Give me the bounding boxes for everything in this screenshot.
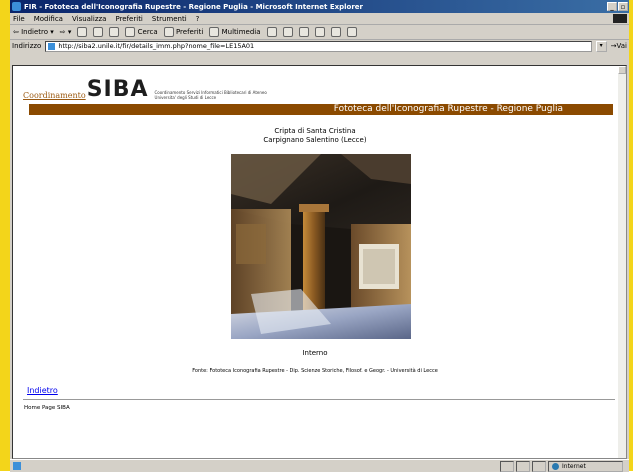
home-link[interactable]: Home Page SIBA [24, 405, 70, 411]
menu-help[interactable]: ? [196, 15, 200, 23]
crypt-photo [231, 154, 411, 339]
scroll-up-arrow[interactable] [618, 66, 626, 74]
menu-visualizza[interactable]: Visualizza [72, 15, 106, 23]
address-bar: Indirizzo http://siba2.unile.it/fir/deta… [10, 40, 629, 52]
home-icon[interactable] [109, 27, 120, 37]
search-button[interactable]: Cerca [125, 27, 158, 37]
mail-icon[interactable] [282, 27, 293, 37]
page-content: Coordinamento SIBA Coordinamento Servizi… [13, 66, 617, 458]
ie-logo-icon [12, 2, 21, 11]
security-zone: Internet [548, 460, 623, 472]
page-viewport: Coordinamento SIBA Coordinamento Servizi… [12, 65, 627, 459]
address-field[interactable]: http://siba2.unile.it/fir/details_imm.ph… [45, 40, 592, 52]
status-cells: Internet [500, 460, 623, 472]
site-name: Cripta di Santa Cristina [274, 127, 356, 135]
status-bar: Internet [10, 459, 629, 472]
toolbar: ⇦ Indietro ▾ ⇨ ▾ Cerca Preferiti Multime… [10, 25, 629, 40]
window-title: FIR - Fototeca dell'Iconografia Rupestre… [24, 2, 363, 11]
title-bar: FIR - Fototeca dell'Iconografia Rupestre… [10, 0, 629, 13]
multimedia-label: Multimedia [221, 28, 261, 36]
multimedia-button[interactable]: Multimedia [209, 27, 261, 37]
print-icon[interactable] [298, 27, 309, 37]
maximize-button[interactable]: ▫ [618, 2, 628, 11]
windows-logo-icon [613, 14, 627, 23]
site-location: Carpignano Salentino (Lecce) [263, 136, 367, 144]
siba-logo[interactable]: Coordinamento SIBA Coordinamento Servizi… [23, 77, 267, 102]
menu-strumenti[interactable]: Strumenti [152, 15, 187, 23]
back-link[interactable]: Indietro [27, 386, 58, 395]
favorites-icon [163, 27, 174, 37]
desktop-left-edge [0, 0, 10, 471]
go-button[interactable]: →Vai [611, 42, 627, 50]
multimedia-icon [209, 27, 220, 37]
search-label: Cerca [137, 28, 158, 36]
discuss-icon[interactable] [330, 27, 341, 37]
menu-file[interactable]: File [13, 15, 25, 23]
site-heading: Cripta di Santa Cristina Carpignano Sale… [13, 127, 617, 145]
messenger-icon[interactable] [346, 27, 357, 37]
internet-globe-icon [552, 462, 559, 470]
stop-icon[interactable] [77, 27, 88, 37]
address-dropdown[interactable]: ▾ [595, 40, 607, 52]
logo-siba: SIBA [86, 77, 149, 102]
go-label: Vai [616, 42, 627, 50]
menu-bar: File Modifica Visualizza Preferiti Strum… [10, 13, 629, 25]
back-label: Indietro [21, 28, 49, 36]
history-icon[interactable] [266, 27, 277, 37]
status-cell [532, 460, 546, 472]
minimize-button[interactable]: _ [607, 2, 617, 11]
status-cell [500, 460, 514, 472]
menu-preferiti[interactable]: Preferiti [115, 15, 142, 23]
menu-modifica[interactable]: Modifica [34, 15, 63, 23]
favorites-label: Preferiti [175, 28, 204, 36]
address-url: http://siba2.unile.it/fir/details_imm.ph… [58, 42, 255, 50]
logo-line-2: Universita' degli Studi di Lecce [154, 95, 217, 100]
divider [23, 399, 615, 400]
vertical-scrollbar[interactable] [618, 66, 626, 458]
back-button[interactable]: ⇦ Indietro ▾ [13, 28, 54, 36]
desktop-right-edge [629, 0, 633, 471]
edit-icon[interactable] [314, 27, 325, 37]
favorites-button[interactable]: Preferiti [163, 27, 204, 37]
browser-window: FIR - Fototeca dell'Iconografia Rupestre… [10, 0, 629, 472]
status-cell [516, 460, 530, 472]
photo-source: Fonte: Fototeca Iconografia Rupestre - D… [192, 368, 438, 374]
address-label: Indirizzo [12, 42, 42, 50]
status-page-icon [13, 462, 21, 470]
page-icon [48, 42, 56, 50]
forward-button[interactable]: ⇨ ▾ [60, 28, 72, 36]
logo-entity: Coordinamento Servizi Informatici Biblio… [155, 90, 267, 100]
refresh-icon[interactable] [93, 27, 104, 37]
logo-coordinamento: Coordinamento [23, 91, 86, 100]
search-icon [125, 27, 136, 37]
photo-caption: Interno [302, 349, 328, 357]
page-banner: Fototeca dell'Iconografia Rupestre - Reg… [29, 104, 613, 115]
zone-label: Internet [562, 462, 586, 470]
